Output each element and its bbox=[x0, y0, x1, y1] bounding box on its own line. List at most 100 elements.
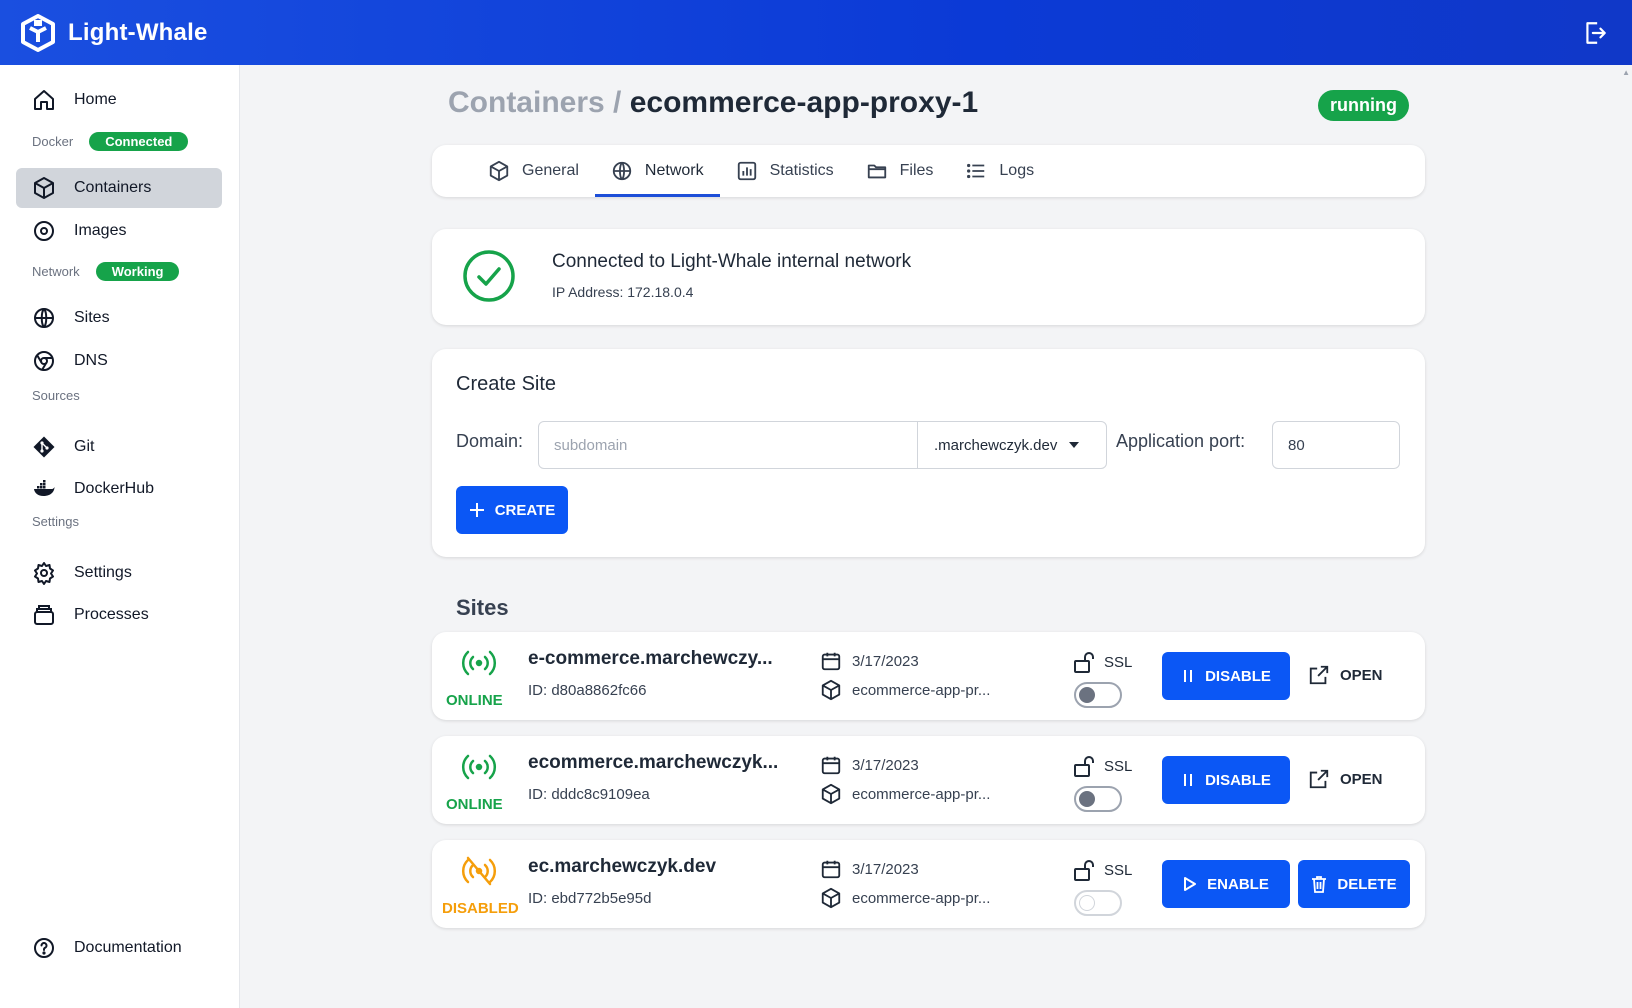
site-domain: ec.marchewczyk.dev bbox=[528, 856, 717, 877]
cube-icon bbox=[489, 160, 509, 182]
tab-label: Logs bbox=[999, 162, 1035, 179]
disable-site-button[interactable]: DISABLE bbox=[1162, 652, 1290, 700]
tab-logs[interactable]: Logs bbox=[949, 145, 1050, 197]
section-label: Network bbox=[32, 264, 80, 279]
bar-chart-icon bbox=[737, 161, 756, 181]
calendar-icon bbox=[821, 652, 841, 671]
signal-icon bbox=[461, 650, 497, 676]
open-site-link[interactable]: OPEN bbox=[1308, 768, 1383, 790]
delete-site-button[interactable]: DELETE bbox=[1298, 860, 1410, 908]
network-status-title: Connected to Light-Whale internal networ… bbox=[552, 251, 912, 272]
application-port-input[interactable] bbox=[1272, 421, 1400, 469]
brand[interactable]: Light-Whale bbox=[20, 13, 208, 52]
tab-files[interactable]: Files bbox=[850, 145, 950, 197]
site-status-label: ONLINE bbox=[446, 796, 503, 813]
button-label: DISABLE bbox=[1205, 771, 1271, 789]
list-icon bbox=[967, 163, 985, 179]
sidebar-item-label: Sites bbox=[74, 309, 110, 326]
cube-icon bbox=[821, 783, 841, 805]
domain-label: Domain: bbox=[456, 431, 524, 451]
play-icon bbox=[1184, 877, 1197, 891]
git-icon bbox=[33, 436, 55, 458]
site-status-label: DISABLED bbox=[442, 900, 519, 917]
logout-icon[interactable] bbox=[1582, 20, 1608, 46]
open-label: OPEN bbox=[1340, 770, 1383, 788]
site-container: ecommerce-app-pr... bbox=[820, 783, 990, 805]
sources-section: Sources bbox=[32, 388, 80, 403]
tab-general[interactable]: General bbox=[472, 145, 595, 197]
subdomain-input[interactable] bbox=[538, 421, 918, 469]
light-whale-logo-icon bbox=[21, 13, 55, 52]
create-button-label: CREATE bbox=[494, 501, 556, 519]
section-label: Settings bbox=[32, 514, 79, 529]
site-domain: e-commerce.marchewczy... bbox=[528, 648, 773, 669]
domain-suffix-select[interactable]: .marchewczyk.dev bbox=[917, 421, 1107, 469]
app-title: Light-Whale bbox=[68, 18, 208, 46]
sidebar-item-label: DNS bbox=[74, 352, 108, 369]
enable-site-button[interactable]: ENABLE bbox=[1162, 860, 1290, 908]
home-icon bbox=[34, 90, 54, 110]
sidebar-item-label: Processes bbox=[74, 606, 149, 623]
sidebar-item-settings[interactable]: Settings bbox=[16, 553, 222, 593]
docker-section: Docker Connected bbox=[32, 132, 189, 151]
site-row: ONLINE e-commerce.marchewczy... ID: d80a… bbox=[432, 632, 1425, 720]
signal-icon bbox=[461, 754, 497, 780]
ssl-toggle[interactable] bbox=[1074, 682, 1122, 708]
sidebar-item-processes[interactable]: Processes bbox=[16, 595, 222, 635]
site-date: 3/17/2023 bbox=[820, 754, 919, 776]
external-link-icon bbox=[1309, 665, 1329, 685]
open-label: OPEN bbox=[1340, 666, 1383, 684]
create-site-title: Create Site bbox=[456, 373, 557, 395]
network-section: Network Working bbox=[32, 262, 180, 281]
cube-icon bbox=[821, 887, 841, 909]
sidebar-item-label: Containers bbox=[74, 179, 152, 196]
trash-icon bbox=[1312, 876, 1327, 893]
button-label: DELETE bbox=[1337, 875, 1397, 893]
unlock-icon bbox=[1074, 756, 1094, 777]
scroll-up-arrow-icon[interactable]: ▲ bbox=[1622, 68, 1630, 77]
site-id: ID: dddc8c9109ea bbox=[528, 786, 650, 803]
breadcrumb[interactable]: Containers / bbox=[448, 86, 621, 119]
sidebar-item-label: Git bbox=[74, 438, 95, 455]
section-label: Sources bbox=[32, 388, 80, 403]
site-date-value: 3/17/2023 bbox=[852, 756, 919, 774]
docker-icon bbox=[34, 480, 55, 496]
sidebar-item-documentation[interactable]: Documentation bbox=[16, 928, 222, 968]
check-circle-icon bbox=[463, 250, 515, 302]
sidebar-item-label: Documentation bbox=[74, 939, 182, 956]
site-container-value: ecommerce-app-pr... bbox=[852, 681, 991, 699]
sidebar-item-sites[interactable]: Sites bbox=[16, 298, 222, 338]
ssl-toggle[interactable] bbox=[1074, 890, 1122, 916]
ip-address: IP Address: 172.18.0.4 bbox=[552, 284, 694, 300]
ssl-text: SSL bbox=[1104, 757, 1133, 775]
unlock-icon bbox=[1074, 652, 1094, 673]
stack-icon bbox=[34, 605, 54, 625]
open-site-link[interactable]: OPEN bbox=[1308, 664, 1383, 686]
sidebar-item-label: Images bbox=[74, 222, 127, 239]
globe-icon bbox=[612, 161, 632, 181]
page-title: Containers / ecommerce-app-proxy-1 bbox=[448, 86, 978, 120]
disable-site-button[interactable]: DISABLE bbox=[1162, 756, 1290, 804]
sidebar-item-dockerhub[interactable]: DockerHub bbox=[16, 469, 222, 509]
tab-statistics[interactable]: Statistics bbox=[720, 145, 850, 197]
site-row: ONLINE ecommerce.marchewczyk... ID: dddc… bbox=[432, 736, 1425, 824]
sidebar-item-dns[interactable]: DNS bbox=[16, 341, 222, 381]
create-site-button[interactable]: CREATE bbox=[456, 486, 568, 534]
ssl-toggle[interactable] bbox=[1074, 786, 1122, 812]
calendar-icon bbox=[821, 860, 841, 879]
tab-label: Statistics bbox=[769, 162, 834, 179]
sidebar-item-images[interactable]: Images bbox=[16, 211, 222, 251]
sidebar-item-git[interactable]: Git bbox=[16, 427, 222, 467]
sidebar-item-label: Settings bbox=[74, 564, 132, 581]
sidebar-item-containers[interactable]: Containers bbox=[16, 168, 222, 208]
domain-suffix-value: .marchewczyk.dev bbox=[934, 436, 1058, 454]
docker-status-badge: Connected bbox=[89, 132, 189, 151]
unlock-icon bbox=[1074, 860, 1094, 881]
tab-network[interactable]: Network bbox=[594, 145, 720, 197]
sidebar-item-home[interactable]: Home bbox=[16, 80, 222, 120]
plus-icon bbox=[469, 503, 484, 517]
ssl-text: SSL bbox=[1104, 653, 1133, 671]
ssl-label: SSL bbox=[1072, 650, 1132, 674]
section-label: Docker bbox=[32, 134, 74, 149]
button-label: ENABLE bbox=[1207, 875, 1269, 893]
